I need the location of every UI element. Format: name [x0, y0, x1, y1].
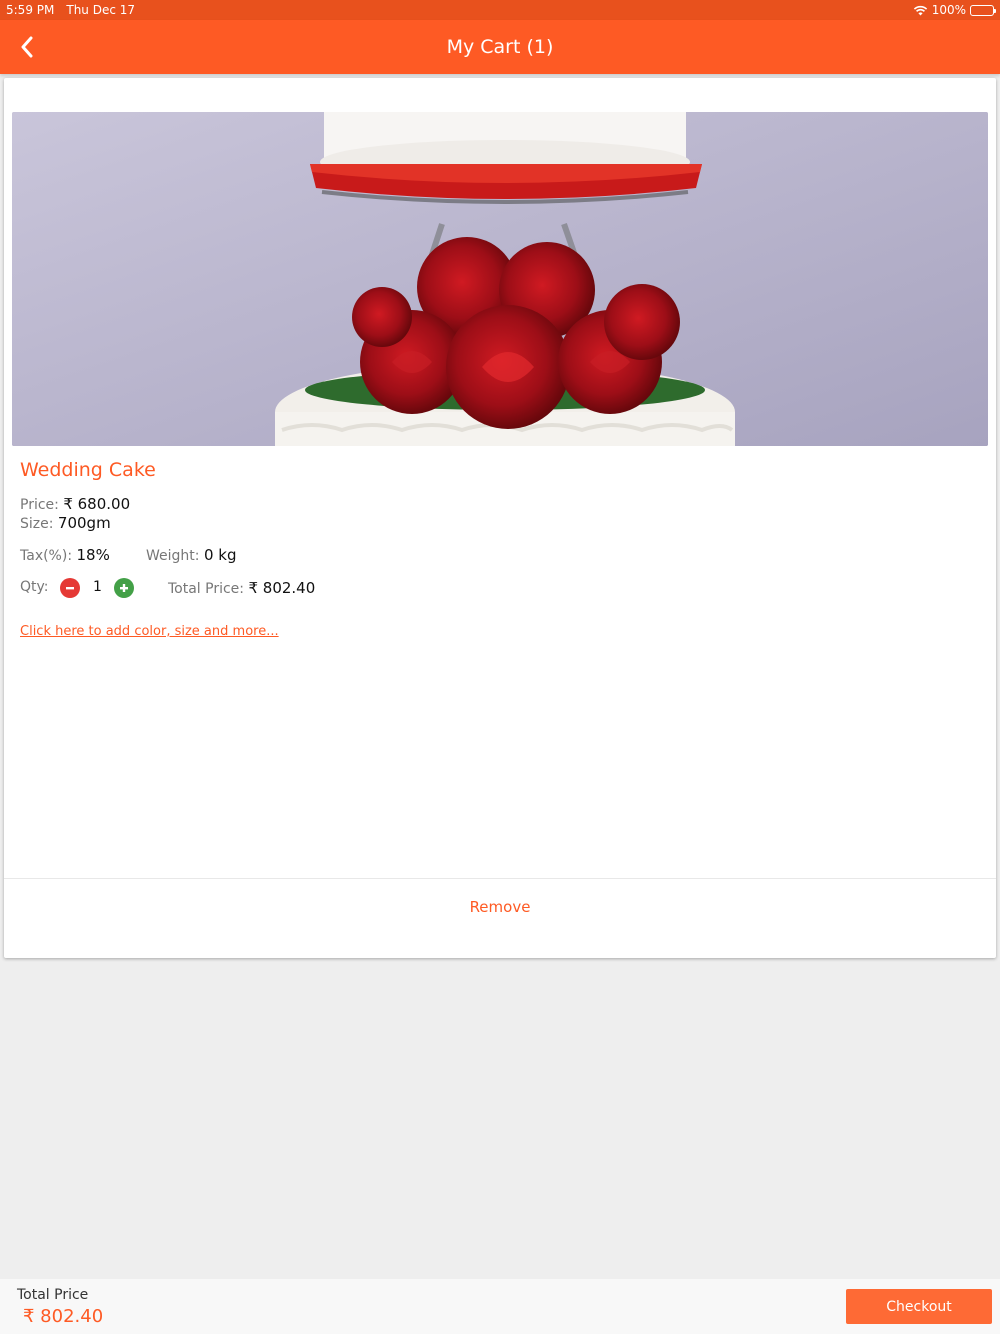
checkout-button[interactable]: Checkout	[846, 1289, 992, 1324]
chevron-left-icon	[21, 36, 33, 58]
item-total-label: Total Price:	[168, 581, 245, 597]
size-value: 700gm	[57, 514, 111, 532]
navigation-bar: My Cart (1)	[0, 20, 1000, 74]
checkout-bar: Total Price ₹ 802.40 Checkout	[0, 1279, 1000, 1334]
status-time: 5:59 PM	[6, 3, 55, 17]
item-total-row: Total Price: ₹ 802.40	[168, 579, 315, 597]
price-label: Price:	[20, 497, 59, 513]
battery-percent: 100%	[931, 3, 966, 17]
quantity-value: 1	[93, 579, 102, 595]
price-row: Price: ₹ 680.00	[20, 495, 130, 513]
qty-label: Qty:	[20, 579, 49, 595]
wifi-icon	[913, 5, 927, 15]
cart-item-card: Wedding Cake Price: ₹ 680.00 Size: 700gm…	[4, 78, 996, 958]
weight-row: Weight: 0 kg	[146, 546, 236, 564]
back-button[interactable]	[10, 30, 44, 64]
tax-label: Tax(%):	[20, 548, 73, 564]
product-image	[12, 112, 988, 446]
cart-total-label: Total Price	[17, 1287, 89, 1303]
size-row: Size: 700gm	[20, 514, 111, 532]
customize-options-link[interactable]: Click here to add color, size and more..…	[20, 624, 279, 639]
cake-illustration	[12, 112, 988, 446]
status-bar: 5:59 PM Thu Dec 17 100%	[0, 0, 1000, 20]
price-value: ₹ 680.00	[63, 495, 131, 513]
cart-total-value: ₹ 802.40	[23, 1306, 104, 1327]
product-name: Wedding Cake	[20, 459, 156, 481]
plus-icon	[120, 584, 128, 592]
item-total-value: ₹ 802.40	[248, 579, 316, 597]
weight-value: 0 kg	[203, 546, 237, 564]
minus-icon	[66, 587, 74, 590]
tax-value: 18%	[76, 546, 110, 564]
increase-quantity-button[interactable]	[114, 578, 134, 598]
battery-icon	[970, 4, 996, 16]
status-date: Thu Dec 17	[66, 3, 136, 17]
status-left: 5:59 PM Thu Dec 17	[6, 3, 135, 17]
weight-label: Weight:	[146, 548, 200, 564]
status-right: 100%	[913, 3, 996, 17]
remove-button[interactable]: Remove	[4, 879, 996, 935]
page-title: My Cart (1)	[446, 36, 554, 58]
size-label: Size:	[20, 516, 54, 532]
tax-row: Tax(%): 18%	[20, 546, 110, 564]
decrease-quantity-button[interactable]	[60, 578, 80, 598]
